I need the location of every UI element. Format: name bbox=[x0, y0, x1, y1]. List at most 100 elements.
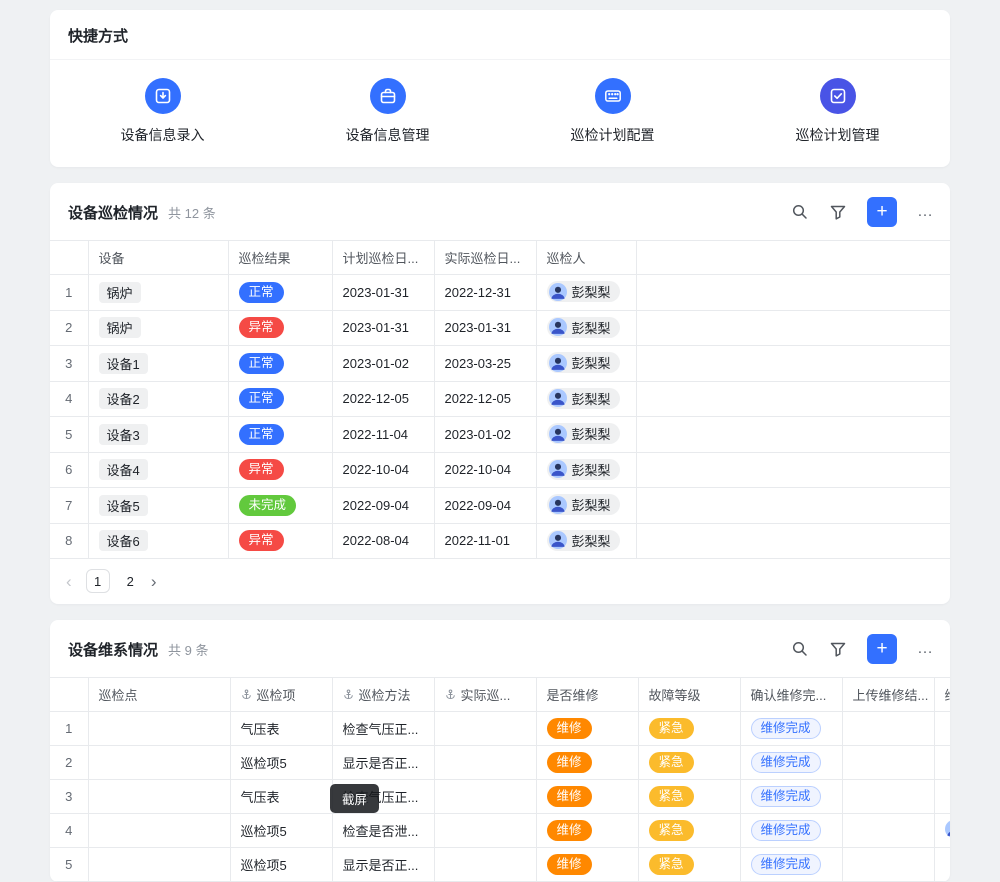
upload-cell[interactable] bbox=[842, 712, 934, 746]
extra-cell[interactable] bbox=[934, 746, 950, 780]
level-cell[interactable]: 紧急 bbox=[638, 712, 740, 746]
repair-cell[interactable]: 维修 bbox=[536, 780, 638, 814]
column-method[interactable]: 巡检方法 bbox=[332, 678, 434, 712]
more-icon[interactable]: … bbox=[917, 644, 934, 654]
result-cell[interactable]: 正常 bbox=[228, 275, 332, 311]
device-cell[interactable]: 设备2 bbox=[88, 381, 228, 417]
maintenance-row[interactable]: 1 气压表 检查气压正... 维修 紧急 维修完成 bbox=[50, 712, 950, 746]
actual-date-cell[interactable]: 2022-09-04 bbox=[434, 488, 536, 524]
method-cell[interactable]: 显示是否正... bbox=[332, 746, 434, 780]
shortcut-plan-config[interactable]: 巡检计划配置 bbox=[500, 78, 725, 145]
shortcut-device-entry[interactable]: 设备信息录入 bbox=[50, 78, 275, 145]
item-cell[interactable]: 巡检项5 bbox=[230, 814, 332, 848]
actual-date-cell[interactable]: 2022-11-01 bbox=[434, 523, 536, 559]
point-cell[interactable] bbox=[88, 848, 230, 882]
repair-cell[interactable]: 维修 bbox=[536, 746, 638, 780]
confirm-cell[interactable]: 维修完成 bbox=[740, 814, 842, 848]
inspection-row[interactable]: 3 设备1 正常 2023-01-02 2023-03-25 彭梨梨 bbox=[50, 346, 950, 382]
inspection-row[interactable]: 5 设备3 正常 2022-11-04 2023-01-02 彭梨梨 bbox=[50, 417, 950, 453]
inspector-cell[interactable]: 彭梨梨 bbox=[536, 417, 636, 453]
maintenance-row[interactable]: 2 巡检项5 显示是否正... 维修 紧急 维修完成 bbox=[50, 746, 950, 780]
column-result[interactable]: 巡检结果 bbox=[228, 241, 332, 275]
column-upload[interactable]: 上传维修结... bbox=[842, 678, 934, 712]
confirm-cell[interactable]: 维修完成 bbox=[740, 780, 842, 814]
inspection-row[interactable]: 6 设备4 异常 2022-10-04 2022-10-04 彭梨梨 bbox=[50, 452, 950, 488]
extra-cell[interactable] bbox=[934, 712, 950, 746]
add-record-button[interactable]: + bbox=[867, 197, 897, 227]
shortcut-plan-manage[interactable]: 巡检计划管理 bbox=[725, 78, 950, 145]
device-cell[interactable]: 设备1 bbox=[88, 346, 228, 382]
column-device[interactable]: 设备 bbox=[88, 241, 228, 275]
point-cell[interactable] bbox=[88, 814, 230, 848]
inspection-row[interactable]: 8 设备6 异常 2022-08-04 2022-11-01 彭梨梨 bbox=[50, 523, 950, 559]
actual-date-cell[interactable]: 2023-01-02 bbox=[434, 417, 536, 453]
page-1-button[interactable]: 1 bbox=[86, 569, 110, 593]
actual-date-cell[interactable]: 2022-12-31 bbox=[434, 275, 536, 311]
maintenance-row[interactable]: 4 巡检项5 检查是否泄... 维修 紧急 维修完成 bbox=[50, 814, 950, 848]
point-cell[interactable] bbox=[88, 780, 230, 814]
point-cell[interactable] bbox=[88, 746, 230, 780]
repair-cell[interactable]: 维修 bbox=[536, 712, 638, 746]
column-level[interactable]: 故障等级 bbox=[638, 678, 740, 712]
result-cell[interactable]: 异常 bbox=[228, 523, 332, 559]
column-inspector[interactable]: 巡检人 bbox=[536, 241, 636, 275]
level-cell[interactable]: 紧急 bbox=[638, 814, 740, 848]
planned-date-cell[interactable]: 2022-11-04 bbox=[332, 417, 434, 453]
actual-cell[interactable] bbox=[434, 814, 536, 848]
actual-date-cell[interactable]: 2023-03-25 bbox=[434, 346, 536, 382]
prev-page-icon[interactable]: ‹ bbox=[66, 573, 72, 590]
inspector-cell[interactable]: 彭梨梨 bbox=[536, 523, 636, 559]
column-actual[interactable]: 实际巡... bbox=[434, 678, 536, 712]
column-item[interactable]: 巡检项 bbox=[230, 678, 332, 712]
column-extra[interactable]: 维 bbox=[934, 678, 950, 712]
result-cell[interactable]: 异常 bbox=[228, 452, 332, 488]
inspector-cell[interactable]: 彭梨梨 bbox=[536, 275, 636, 311]
result-cell[interactable]: 正常 bbox=[228, 346, 332, 382]
maintenance-row[interactable]: 5 巡检项5 显示是否正... 维修 紧急 维修完成 bbox=[50, 848, 950, 882]
method-cell[interactable]: 检查是否泄... bbox=[332, 814, 434, 848]
device-cell[interactable]: 设备5 bbox=[88, 488, 228, 524]
next-page-icon[interactable]: › bbox=[151, 573, 157, 590]
repair-cell[interactable]: 维修 bbox=[536, 848, 638, 882]
maintenance-row[interactable]: 3 气压表 检查气压正... 维修 紧急 维修完成 bbox=[50, 780, 950, 814]
planned-date-cell[interactable]: 2023-01-31 bbox=[332, 275, 434, 311]
search-icon[interactable] bbox=[791, 203, 809, 221]
inspector-cell[interactable]: 彭梨梨 bbox=[536, 346, 636, 382]
inspector-cell[interactable]: 彭梨梨 bbox=[536, 381, 636, 417]
actual-cell[interactable] bbox=[434, 848, 536, 882]
planned-date-cell[interactable]: 2022-12-05 bbox=[332, 381, 434, 417]
column-actual-date[interactable]: 实际巡检日... bbox=[434, 241, 536, 275]
inspection-row[interactable]: 2 锅炉 异常 2023-01-31 2023-01-31 彭梨梨 bbox=[50, 310, 950, 346]
inspection-row[interactable]: 4 设备2 正常 2022-12-05 2022-12-05 彭梨梨 bbox=[50, 381, 950, 417]
column-planned-date[interactable]: 计划巡检日... bbox=[332, 241, 434, 275]
inspection-row[interactable]: 1 锅炉 正常 2023-01-31 2022-12-31 彭梨梨 bbox=[50, 275, 950, 311]
actual-cell[interactable] bbox=[434, 780, 536, 814]
item-cell[interactable]: 气压表 bbox=[230, 780, 332, 814]
planned-date-cell[interactable]: 2022-10-04 bbox=[332, 452, 434, 488]
confirm-cell[interactable]: 维修完成 bbox=[740, 712, 842, 746]
planned-date-cell[interactable]: 2023-01-31 bbox=[332, 310, 434, 346]
result-cell[interactable]: 未完成 bbox=[228, 488, 332, 524]
page-2-button[interactable]: 2 bbox=[124, 574, 137, 589]
shortcut-device-manage[interactable]: 设备信息管理 bbox=[275, 78, 500, 145]
item-cell[interactable]: 巡检项5 bbox=[230, 746, 332, 780]
actual-date-cell[interactable]: 2022-12-05 bbox=[434, 381, 536, 417]
inspection-row[interactable]: 7 设备5 未完成 2022-09-04 2022-09-04 彭梨梨 bbox=[50, 488, 950, 524]
filter-icon[interactable] bbox=[829, 203, 847, 221]
column-repair[interactable]: 是否维修 bbox=[536, 678, 638, 712]
result-cell[interactable]: 异常 bbox=[228, 310, 332, 346]
more-icon[interactable]: … bbox=[917, 207, 934, 217]
item-cell[interactable]: 气压表 bbox=[230, 712, 332, 746]
planned-date-cell[interactable]: 2022-08-04 bbox=[332, 523, 434, 559]
upload-cell[interactable] bbox=[842, 780, 934, 814]
filter-icon[interactable] bbox=[829, 640, 847, 658]
actual-cell[interactable] bbox=[434, 746, 536, 780]
level-cell[interactable]: 紧急 bbox=[638, 780, 740, 814]
column-point[interactable]: 巡检点 bbox=[88, 678, 230, 712]
inspector-cell[interactable]: 彭梨梨 bbox=[536, 488, 636, 524]
column-confirm[interactable]: 确认维修完... bbox=[740, 678, 842, 712]
inspector-cell[interactable]: 彭梨梨 bbox=[536, 452, 636, 488]
result-cell[interactable]: 正常 bbox=[228, 381, 332, 417]
method-cell[interactable]: 检查气压正... bbox=[332, 712, 434, 746]
planned-date-cell[interactable]: 2023-01-02 bbox=[332, 346, 434, 382]
